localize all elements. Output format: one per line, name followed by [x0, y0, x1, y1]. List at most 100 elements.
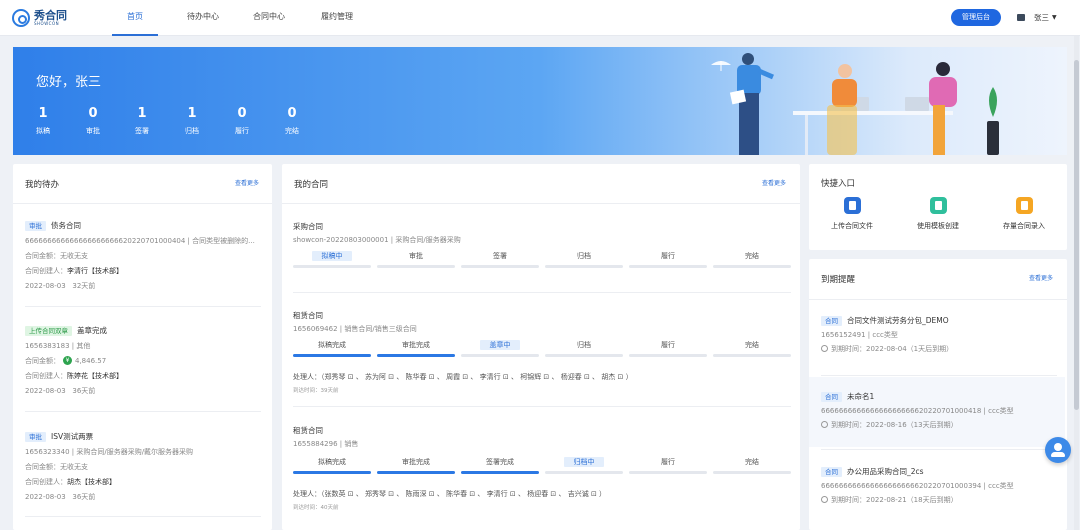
contract-item[interactable]: 采购合同 showcon-20220803000001 | 采购合同/服务器采购…: [293, 221, 791, 311]
contract-title: 租赁合同: [293, 311, 323, 320]
customer-service-icon[interactable]: [1045, 437, 1071, 463]
divider: [25, 411, 261, 412]
remind-item[interactable]: 合同 未命名1 666666666666666666666620220701000…: [821, 391, 1057, 433]
step-label: 完结: [745, 341, 759, 349]
due-value: 2022-08-04（1天后到期）: [866, 344, 954, 353]
stock-entry-button[interactable]: 存量合同录入: [979, 197, 1069, 231]
brand-logo[interactable]: 秀合同 SHOWCON: [12, 8, 67, 28]
step-bar: [377, 471, 455, 474]
step-label: 拟稿完成: [318, 341, 346, 349]
stat-signing[interactable]: 1 签署: [127, 106, 157, 136]
item-date: 2022-08-03: [25, 281, 66, 290]
divider: [282, 203, 800, 204]
item-title: ISV测试两票: [51, 432, 94, 441]
stat-drafting[interactable]: 1 拟稿: [28, 106, 58, 136]
creator-label: 合同创建人：: [25, 477, 67, 486]
arrive-time: 到达时间：40天前: [293, 505, 339, 511]
remind-meta: 666666666666666666666620220701000394 | c…: [821, 481, 1014, 490]
office-team-illustration: [711, 53, 999, 155]
step-label: 归档: [577, 252, 591, 260]
remind-meta: 666666666666666666666620220701000418 | c…: [821, 406, 1014, 415]
due-label: 到期时间：: [831, 420, 866, 429]
remind-item[interactable]: 合同 合同文件测试劳务分包_DEMO 1656152491 | ccc类型 到期时…: [821, 315, 1057, 357]
step-stamping: 盖章中: [461, 340, 539, 357]
status-badge: 审批: [25, 220, 46, 231]
creator-label: 合同创建人：: [25, 266, 67, 275]
upload-file-button[interactable]: 上传合同文件: [807, 197, 897, 231]
remind-more-link[interactable]: 查看更多: [1029, 273, 1053, 282]
divider: [809, 299, 1067, 300]
admin-console-button[interactable]: 管理后台: [951, 9, 1001, 26]
remind-meta: 1656152491 | ccc类型: [821, 330, 898, 339]
quick-label: 存量合同录入: [1003, 222, 1045, 230]
stat-completed[interactable]: 0 完结: [277, 106, 307, 136]
progress-steps: 拟稿完成 审批完成 签署完成 归档中 履行 完结: [293, 457, 791, 474]
step-bar: [713, 265, 791, 268]
upload-file-icon: [843, 197, 861, 214]
stat-num: 1: [137, 106, 147, 121]
step-completed: 完结: [713, 340, 791, 357]
contract-badge: 合同: [821, 391, 842, 402]
step-label: 签署: [493, 252, 507, 260]
contract-meta: showcon-20220803000001 | 采购合同/服务器采购: [293, 236, 461, 244]
stat-label: 签署: [135, 127, 149, 135]
item-meta: 1656323340 | 采购合同/服务器采购/戴尔服务器采购: [25, 447, 194, 456]
step-archive: 归档: [545, 340, 623, 357]
stat-performing[interactable]: 0 履行: [227, 106, 257, 136]
creator-value: 胡杰【技术部】: [67, 477, 116, 486]
my-contracts-card: 我的合同 查看更多 采购合同 showcon-20220803000001 | …: [282, 164, 800, 530]
item-ago: 32天前: [72, 281, 96, 290]
scrollbar-thumb[interactable]: [1074, 60, 1079, 410]
divider: [25, 516, 261, 517]
tab-contract-center[interactable]: 合同中心: [246, 0, 292, 36]
todo-title: 我的待办: [25, 180, 60, 190]
todo-item[interactable]: 审批 债务合同 666666666666666666666620220701000…: [25, 220, 261, 295]
step-label: 拟稿中: [312, 251, 352, 261]
step-archive: 归档中: [545, 457, 623, 474]
stat-label: 审批: [86, 127, 100, 135]
stat-approval[interactable]: 0 审批: [78, 106, 108, 136]
remind-item[interactable]: 合同 办公用品采购合同_2cs 6666666666666666666666202…: [821, 466, 1057, 508]
contracts-more-link[interactable]: 查看更多: [762, 178, 786, 187]
tab-todo-center[interactable]: 待办中心: [180, 0, 226, 36]
due-value: 2022-08-16（13天后到期）: [866, 420, 958, 429]
amount-value: 4,846.57: [75, 356, 107, 365]
step-bar: [629, 265, 707, 268]
stat-archive[interactable]: 1 归档: [177, 106, 207, 136]
contract-item[interactable]: 租赁合同 1656069462 | 销售合同/销售三级合同 拟稿完成 审批完成 …: [293, 310, 791, 400]
todo-item[interactable]: 审批 ISV测试两票 1656323340 | 采购合同/服务器采购/戴尔服务器采…: [25, 431, 261, 506]
due-label: 到期时间：: [831, 495, 866, 504]
step-label: 盖章中: [480, 340, 520, 350]
stat-label: 完结: [285, 127, 299, 135]
amount-coin-icon: ¥: [63, 356, 72, 365]
top-navigation: 秀合同 SHOWCON 首页 待办中心 合同中心 履约管理 管理后台 张三 ▼: [0, 0, 1080, 36]
todo-more-link[interactable]: 查看更多: [235, 178, 259, 187]
quick-label: 上传合同文件: [831, 222, 873, 230]
user-menu[interactable]: 张三 ▼: [1017, 12, 1057, 23]
step-bar: [713, 471, 791, 474]
tab-home[interactable]: 首页: [112, 0, 158, 36]
quick-label: 使用模板创建: [917, 222, 959, 230]
quick-entry-card: 快捷入口 上传合同文件 使用模板创建 存量合同录入: [809, 164, 1067, 250]
clock-icon: [821, 496, 828, 503]
arrive-time: 到达时间：39天前: [293, 388, 339, 394]
todo-item[interactable]: 上传合同双章 盖章完成 1656383183 | 其他 合同金额： ¥4,846.5…: [25, 325, 261, 400]
contract-badge: 合同: [821, 466, 842, 477]
user-name: 张三: [1034, 13, 1049, 22]
item-meta: 1656383183 | 其他: [25, 341, 91, 350]
stat-label: 归档: [185, 127, 199, 135]
use-template-button[interactable]: 使用模板创建: [893, 197, 983, 231]
stat-label: 拟稿: [36, 127, 50, 135]
step-label: 拟稿完成: [318, 458, 346, 466]
stat-num: 0: [237, 106, 247, 121]
amount-label: 合同金额：: [25, 462, 60, 471]
clock-icon: [821, 421, 828, 428]
tab-performance[interactable]: 履约管理: [314, 0, 360, 36]
step-performing: 履行: [629, 340, 707, 357]
progress-steps: 拟稿完成 审批完成 盖章中 归档 履行 完结: [293, 340, 791, 357]
divider: [293, 292, 791, 293]
my-todo-card: 我的待办 查看更多 审批 债务合同 66666666666666666666662…: [13, 164, 272, 530]
step-drafting: 拟稿完成: [293, 340, 371, 357]
contract-item[interactable]: 租赁合同 1655884296 | 销售 拟稿完成 审批完成 签署完成 归档中 …: [293, 425, 791, 515]
item-date: 2022-08-03: [25, 492, 66, 501]
